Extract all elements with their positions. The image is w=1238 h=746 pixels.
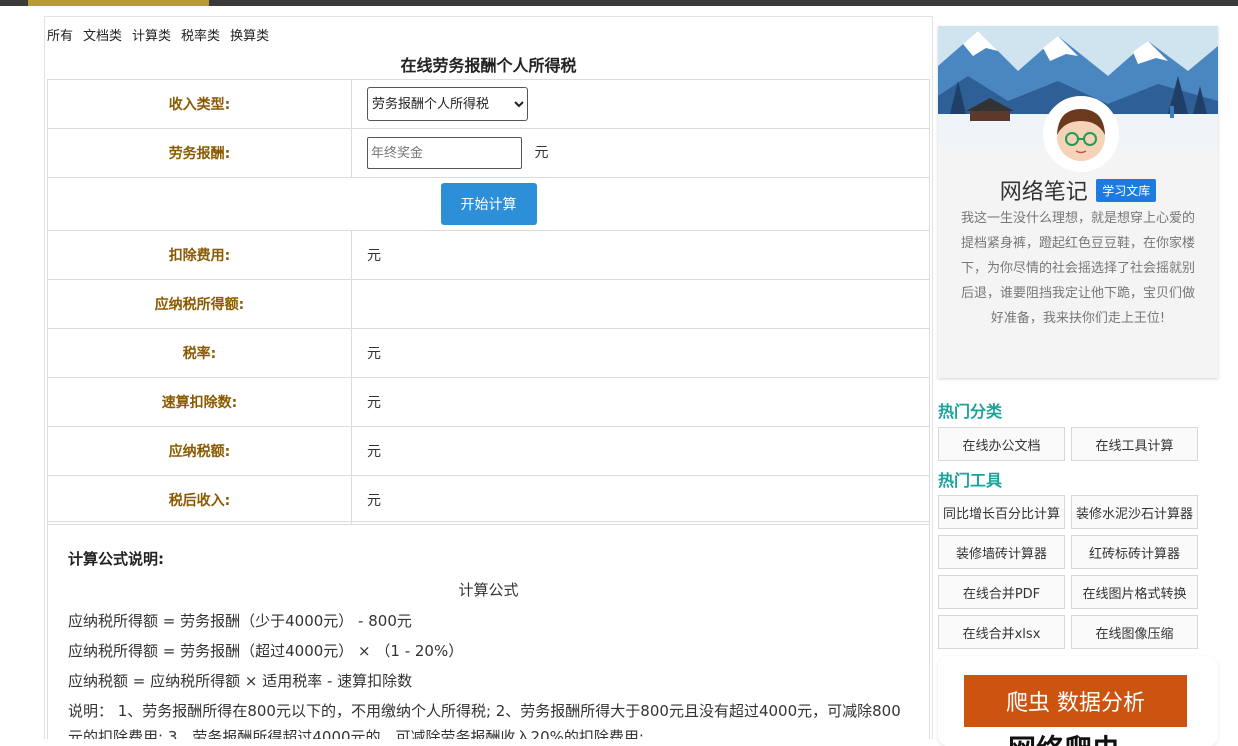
deduction-value: 元 <box>351 230 930 280</box>
profile-description: 我这一生没什么理想，就是想穿上心爱的提档紧身裤，蹬起红色豆豆鞋，在你家楼下，为你… <box>960 211 1195 326</box>
tool-image-convert-link[interactable]: 在线图片格式转换 <box>1071 575 1198 609</box>
tool-yoy-growth-link[interactable]: 同比增长百分比计算 <box>938 495 1065 529</box>
quick-deduction-label: 速算扣除数: <box>47 377 352 427</box>
tool-red-brick-link[interactable]: 红砖标砖计算器 <box>1071 535 1198 569</box>
profile-tag-badge[interactable]: 学习文库 <box>1096 178 1157 202</box>
button-row: 开始计算 <box>47 177 930 231</box>
profile-name-row: 网络笔记 学习文库 <box>938 174 1218 206</box>
formula-note: 说明： 1、劳务报酬所得在800元以下的，不用缴纳个人所得税; 2、劳务报酬所得… <box>68 702 901 739</box>
calculator-panel: 所有 文档类 计算类 税率类 换算类 在线劳务报酬个人所得税 收入类型: 劳务报… <box>44 16 933 739</box>
hot-tools-title: 热门工具 <box>938 471 1003 490</box>
ad-banner[interactable]: 爬虫 数据分析 网络爬虫 <box>938 656 1218 746</box>
ad-button[interactable]: 爬虫 数据分析 <box>964 675 1187 727</box>
income-type-label: 收入类型: <box>47 79 352 129</box>
nav-documents[interactable]: 文档类 <box>83 25 122 44</box>
nav-tax-rates[interactable]: 税率类 <box>181 25 220 44</box>
taxable-income-value <box>351 279 930 329</box>
nav-all[interactable]: 所有 <box>47 25 73 44</box>
result-row: 扣除费用: 元 <box>47 230 930 280</box>
tax-rate-value: 元 <box>351 328 930 378</box>
profile-name[interactable]: 网络笔记 <box>1000 180 1088 205</box>
income-type-select[interactable]: 劳务报酬个人所得税 <box>367 87 528 121</box>
tool-image-compress-link[interactable]: 在线图像压缩 <box>1071 615 1198 649</box>
formula-line: 应纳税所得额 = 劳务报酬（少于4000元） - 800元 <box>68 612 412 630</box>
result-row: 应纳税额: 元 <box>47 426 930 476</box>
category-tool-calc-link[interactable]: 在线工具计算 <box>1071 427 1198 461</box>
tax-payable-label: 应纳税额: <box>47 426 352 476</box>
ad-subtext: 网络爬虫 <box>1008 728 1120 746</box>
formula-heading: 计算公式说明: <box>68 550 164 568</box>
after-tax-value: 元 <box>351 475 930 525</box>
result-row: 速算扣除数: 元 <box>47 377 930 427</box>
category-nav: 所有 文档类 计算类 税率类 换算类 <box>47 25 269 44</box>
taxable-income-label: 应纳税所得额: <box>47 279 352 329</box>
reward-label: 劳务报酬: <box>47 128 352 178</box>
reward-unit: 元 <box>534 144 549 161</box>
category-office-docs-link[interactable]: 在线办公文档 <box>938 427 1065 461</box>
tax-payable-value: 元 <box>351 426 930 476</box>
formula-section: 计算公式说明: 计算公式 应纳税所得额 = 劳务报酬（少于4000元） - 80… <box>47 521 930 739</box>
reward-input[interactable] <box>367 137 522 169</box>
avatar-face-icon <box>1057 109 1105 161</box>
tool-cement-sand-link[interactable]: 装修水泥沙石计算器 <box>1071 495 1198 529</box>
avatar[interactable] <box>1043 96 1119 172</box>
hot-categories-title: 热门分类 <box>938 402 1003 421</box>
tool-merge-xlsx-link[interactable]: 在线合并xlsx <box>938 615 1065 649</box>
calculator-table: 收入类型: 劳务报酬个人所得税 劳务报酬: 元 开始计算 扣除费用: 元 应纳税… <box>47 79 930 525</box>
quick-deduction-value: 元 <box>351 377 930 427</box>
reward-row: 劳务报酬: 元 <box>47 128 930 178</box>
page-title: 在线劳务报酬个人所得税 <box>400 56 577 75</box>
tax-rate-label: 税率: <box>47 328 352 378</box>
result-row: 税率: 元 <box>47 328 930 378</box>
deduction-label: 扣除费用: <box>47 230 352 280</box>
top-bar-accent <box>28 0 209 6</box>
top-bar <box>0 0 1238 6</box>
after-tax-label: 税后收入: <box>47 475 352 525</box>
formula-line: 应纳税额 = 应纳税所得额 × 适用税率 - 速算扣除数 <box>68 672 413 690</box>
calculate-button[interactable]: 开始计算 <box>440 183 537 225</box>
formula-title: 计算公式 <box>458 581 519 599</box>
result-row: 应纳税所得额: <box>47 279 930 329</box>
tool-wall-tile-link[interactable]: 装修墙砖计算器 <box>938 535 1065 569</box>
result-row: 税后收入: 元 <box>47 475 930 525</box>
income-type-row: 收入类型: 劳务报酬个人所得税 <box>47 79 930 129</box>
nav-calculators[interactable]: 计算类 <box>132 25 171 44</box>
profile-card: 网络笔记 学习文库 我这一生没什么理想，就是想穿上心爱的提档紧身裤，蹬起红色豆豆… <box>938 26 1218 378</box>
tool-merge-pdf-link[interactable]: 在线合并PDF <box>938 575 1065 609</box>
formula-line: 应纳税所得额 = 劳务报酬（超过4000元） × （1 - 20%） <box>68 642 464 660</box>
nav-conversions[interactable]: 换算类 <box>230 25 269 44</box>
